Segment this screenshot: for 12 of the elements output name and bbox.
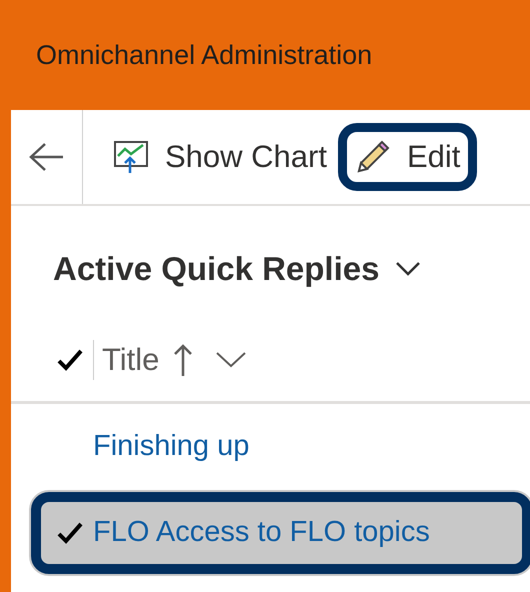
grid-row[interactable]: FLO Access to FLO topics	[29, 490, 530, 576]
view-title[interactable]: Active Quick Replies	[53, 244, 380, 294]
show-chart-button[interactable]: Show Chart	[103, 130, 337, 184]
chart-icon	[113, 140, 149, 174]
column-header[interactable]: Title	[102, 336, 160, 384]
chevron-down-icon[interactable]	[395, 260, 422, 277]
back-arrow-icon	[28, 142, 64, 172]
grid-row[interactable]: Finishing up	[11, 404, 530, 490]
pencil-icon	[354, 139, 391, 175]
chevron-down-icon[interactable]	[215, 351, 248, 369]
app-title: Omnichannel Administration	[36, 38, 372, 72]
edit-button[interactable]: Edit	[344, 130, 470, 184]
